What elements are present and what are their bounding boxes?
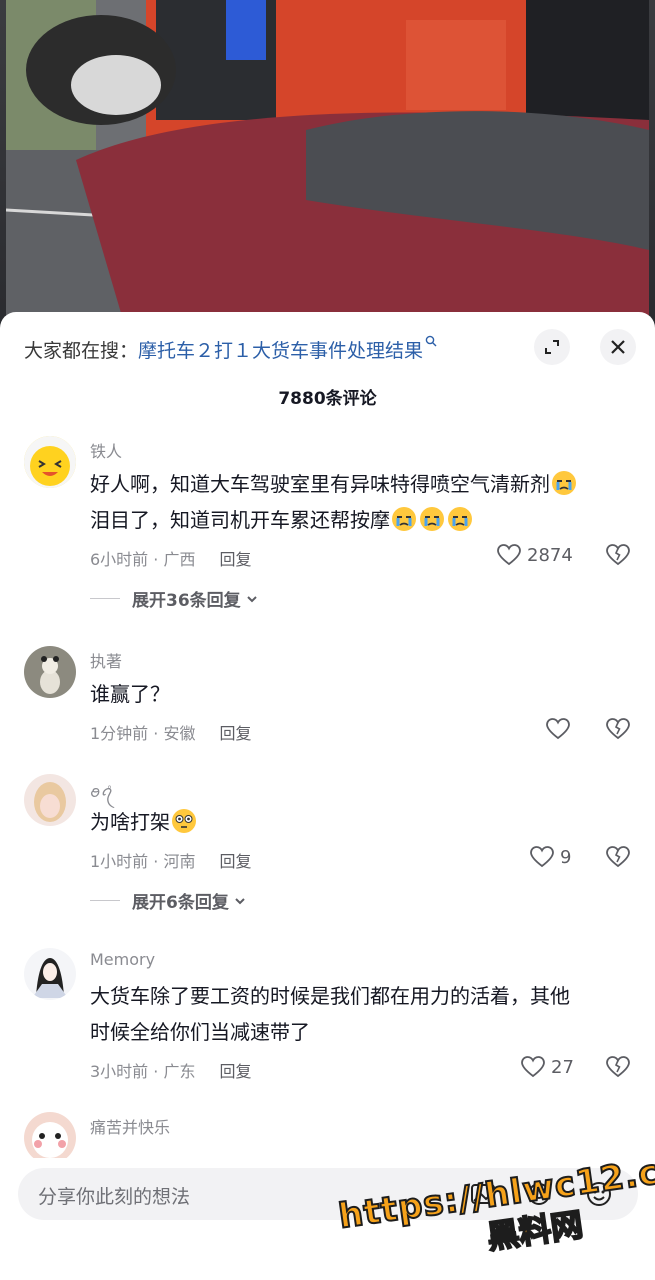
crying-emoji-icon — [391, 506, 417, 532]
avatar[interactable] — [24, 948, 76, 1000]
like-count: 9 — [560, 846, 572, 868]
comment-time-location: 3小时前 · 广东 — [90, 1062, 196, 1081]
reply-button[interactable]: 回复 — [219, 1062, 251, 1081]
comment-text-line: 大货车除了要工资的时候是我们都在用力的活着，其他 — [90, 984, 570, 1008]
trending-search-prefix: 大家都在搜： — [24, 339, 139, 362]
heart-icon — [546, 718, 570, 740]
video-preview[interactable] — [0, 0, 655, 330]
divider — [90, 598, 120, 599]
expand-button[interactable] — [534, 329, 570, 365]
crying-emoji-icon — [447, 506, 473, 532]
broken-heart-icon — [606, 718, 630, 740]
broken-heart-icon — [606, 846, 630, 868]
avatar[interactable] — [24, 774, 76, 826]
comment-meta: 3小时前 · 广东 回复 — [90, 1058, 251, 1082]
comment-author[interactable]: 铁人 — [90, 438, 122, 462]
comment-text-line: 泪目了，知道司机开车累还帮按摩 — [90, 508, 390, 532]
avatar[interactable] — [24, 646, 76, 698]
comment-count: 7880条评论 — [278, 389, 377, 409]
close-button[interactable] — [600, 329, 636, 365]
comment-author[interactable]: Memory — [90, 950, 155, 969]
comment-text-line: 好人啊，知道大车驾驶室里有异味特得喷空气清新剂 — [90, 472, 550, 496]
comment-text: 大货车除了要工资的时候是我们都在用力的活着，其他 时候全给你们当减速带了 — [90, 978, 630, 1050]
comment-time-location: 1小时前 · 河南 — [90, 852, 196, 871]
comment-sheet: 大家都在搜： 摩托车２打１大货车事件处理结果 7880条评论 铁人 好人啊，知道… — [0, 312, 655, 1280]
comment-time-location: 6小时前 · 广西 — [90, 550, 196, 569]
comment-author[interactable]: 痛苦并快乐 — [90, 1114, 170, 1138]
like-count: 2874 — [527, 544, 573, 566]
video-scene-image — [6, 0, 649, 330]
expand-replies-button[interactable]: 展开6条回复 — [90, 888, 247, 913]
video-frame — [6, 0, 649, 330]
divider — [90, 900, 120, 901]
flushed-emoji-icon — [171, 808, 197, 834]
comment-meta: 6小时前 · 广西 回复 — [90, 546, 251, 570]
crying-emoji-icon — [419, 506, 445, 532]
comment-meta: 1小时前 · 河南 回复 — [90, 848, 251, 872]
broken-heart-icon — [606, 544, 630, 566]
avatar[interactable] — [24, 1112, 76, 1164]
like-button[interactable]: 27 — [521, 1056, 574, 1078]
broken-heart-icon — [606, 1056, 630, 1078]
dislike-button[interactable] — [606, 718, 630, 744]
comment-meta: 1分钟前 · 安徽 回复 — [90, 720, 251, 744]
comment-text: 谁赢了？ — [90, 676, 630, 712]
reply-button[interactable]: 回复 — [219, 724, 251, 743]
like-count: 27 — [551, 1056, 574, 1078]
chevron-down-icon — [246, 595, 257, 602]
reply-button[interactable]: 回复 — [219, 550, 251, 569]
expand-replies-button[interactable]: 展开36条回复 — [90, 586, 259, 611]
crying-emoji-icon — [551, 470, 577, 496]
expand-icon — [545, 340, 559, 354]
heart-icon — [497, 544, 521, 566]
dislike-button[interactable] — [606, 1056, 630, 1082]
comment-text: 为啥打架 — [90, 804, 630, 840]
heart-icon — [521, 1056, 545, 1078]
comment-input-placeholder: 分享你此刻的想法 — [38, 1186, 191, 1208]
comment-text-line: 谁赢了？ — [90, 682, 170, 706]
dislike-button[interactable] — [606, 846, 630, 872]
like-button[interactable]: 9 — [530, 846, 571, 868]
like-button[interactable]: 2874 — [497, 544, 573, 566]
avatar[interactable] — [24, 436, 76, 488]
comment-text: 好人啊，知道大车驾驶室里有异味特得喷空气清新剂 泪目了，知道司机开车累还帮按摩 — [90, 466, 630, 538]
expand-replies-label: 展开6条回复 — [132, 893, 229, 913]
close-icon — [611, 340, 625, 354]
dislike-button[interactable] — [606, 544, 630, 570]
chevron-down-icon — [235, 897, 245, 904]
reply-button[interactable]: 回复 — [219, 852, 251, 871]
expand-replies-label: 展开36条回复 — [132, 591, 241, 611]
heart-icon — [530, 846, 554, 868]
comment-text-line: 时候全给你们当减速带了 — [90, 1020, 310, 1044]
trending-search[interactable]: 大家都在搜： 摩托车２打１大货车事件处理结果 — [24, 332, 437, 366]
trending-search-link[interactable]: 摩托车２打１大货车事件处理结果 — [138, 336, 423, 363]
comment-author[interactable]: 执著 — [90, 648, 122, 672]
comment-text-line: 为啥打架 — [90, 810, 170, 834]
comment-time-location: 1分钟前 · 安徽 — [90, 724, 196, 743]
like-button[interactable] — [546, 718, 570, 740]
search-icon — [425, 335, 437, 351]
